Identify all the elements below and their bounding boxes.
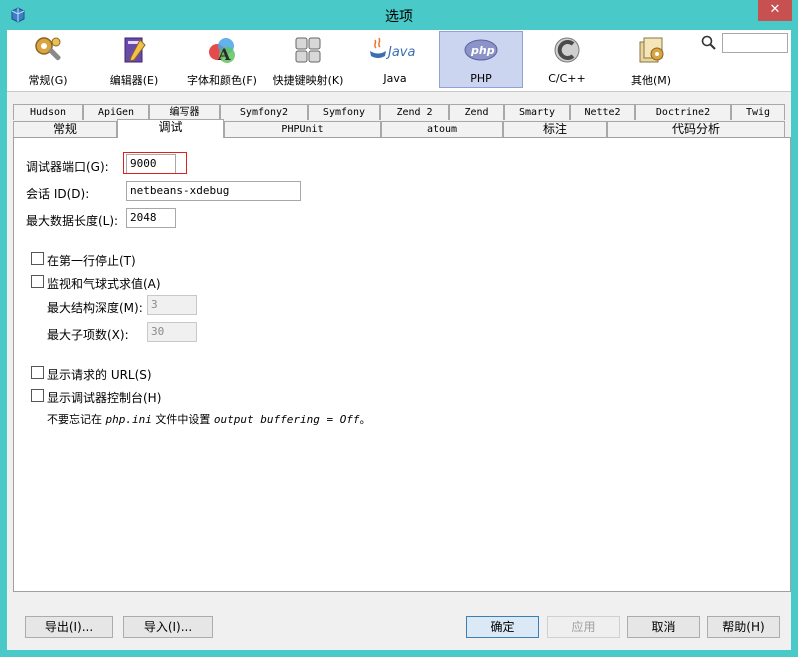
- category-label: 编辑器(E): [109, 74, 159, 87]
- session-id-label: 会话 ID(D):: [26, 187, 90, 201]
- tab-code-analysis[interactable]: 代码分析: [607, 121, 785, 137]
- search-input[interactable]: [722, 33, 788, 53]
- tab-row-lower: 常规 调试 PHPUnit atoum 标注 代码分析: [13, 119, 785, 138]
- svg-text:A: A: [217, 45, 231, 64]
- debugging-panel: [13, 137, 791, 592]
- stop-first-line-checkbox[interactable]: [31, 252, 44, 265]
- java-icon: Java: [370, 37, 415, 60]
- category-misc[interactable]: 其他(M): [613, 32, 689, 88]
- category-cpp[interactable]: C/C++: [529, 32, 605, 88]
- category-label: PHP: [470, 72, 492, 85]
- tab-annotations[interactable]: 标注: [503, 121, 607, 137]
- max-depth-label: 最大结构深度(M):: [47, 301, 143, 315]
- export-button[interactable]: 导出(I)...: [25, 616, 113, 638]
- import-button[interactable]: 导入(I)...: [123, 616, 213, 638]
- category-label: 其他(M): [630, 74, 672, 87]
- note-suffix: 。: [359, 413, 371, 426]
- php-logo-text: php: [470, 44, 495, 57]
- category-label: 快捷键映射(K): [272, 74, 344, 87]
- category-general[interactable]: 常规(G): [9, 32, 87, 88]
- keyboard-icon: [295, 37, 321, 63]
- tab-debugging[interactable]: 调试: [117, 119, 224, 138]
- tab-atoum[interactable]: atoum: [381, 121, 503, 137]
- tab-nette2[interactable]: Nette2: [570, 104, 635, 120]
- tab-doctrine2[interactable]: Doctrine2: [635, 104, 731, 120]
- tab-zend2[interactable]: Zend 2: [380, 104, 449, 120]
- note-setting: output buffering = Off: [213, 413, 360, 426]
- category-php[interactable]: php PHP: [439, 31, 523, 88]
- max-data-length-label: 最大数据长度(L):: [26, 214, 119, 228]
- tab-smarty[interactable]: Smarty: [504, 104, 570, 120]
- session-id-input[interactable]: netbeans-xdebug: [126, 181, 301, 201]
- tab-twig[interactable]: Twig: [731, 104, 785, 120]
- misc-icon: [639, 37, 664, 63]
- category-label: Java: [383, 72, 407, 85]
- watch-eval-label: 监视和气球式求值(A): [47, 277, 161, 291]
- options-window: 选项 ✕ 常规(G) 编辑器(E) A 字体和颜色(F) 快捷键映射(K) Ja…: [0, 0, 798, 657]
- category-toolbar: 常规(G) 编辑器(E) A 字体和颜色(F) 快捷键映射(K) Java Ja…: [7, 30, 791, 92]
- note-prefix: 不要忘记在: [47, 413, 102, 426]
- dialog-client: 常规(G) 编辑器(E) A 字体和颜色(F) 快捷键映射(K) Java Ja…: [7, 30, 791, 650]
- editor-pencil-icon: [124, 37, 146, 63]
- show-console-checkbox[interactable]: [31, 389, 44, 402]
- watch-eval-checkbox[interactable]: [31, 275, 44, 288]
- tab-zend[interactable]: Zend: [449, 104, 504, 120]
- show-console-label: 显示调试器控制台(H): [47, 391, 162, 405]
- window-title: 选项: [385, 9, 413, 25]
- stop-first-line-label: 在第一行停止(T): [47, 254, 136, 268]
- fonts-colors-icon: A: [209, 38, 235, 64]
- gear-wrench-icon: [35, 37, 61, 61]
- category-editor[interactable]: 编辑器(E): [99, 32, 169, 88]
- max-children-label: 最大子项数(X):: [47, 328, 129, 342]
- category-fonts-colors[interactable]: A 字体和颜色(F): [177, 32, 267, 88]
- cpp-icon: [554, 37, 580, 63]
- ok-button[interactable]: 确定: [466, 616, 539, 638]
- close-button[interactable]: ✕: [758, 0, 792, 21]
- debugger-port-label: 调试器端口(G):: [26, 160, 109, 174]
- note-file: php.ini: [105, 413, 152, 426]
- max-depth-input[interactable]: 3: [147, 295, 197, 315]
- tab-symfony2[interactable]: Symfony2: [220, 104, 308, 120]
- tab-composer[interactable]: 编写器: [149, 104, 220, 120]
- apply-button[interactable]: 应用: [547, 616, 620, 638]
- help-button[interactable]: 帮助(H): [707, 616, 780, 638]
- output-buffering-note: 不要忘记在 php.ini 文件中设置 output buffering = O…: [47, 411, 371, 427]
- category-keymap[interactable]: 快捷键映射(K): [269, 32, 347, 88]
- tab-hudson[interactable]: Hudson: [13, 104, 83, 120]
- title-bar[interactable]: 选项 ✕: [0, 0, 798, 30]
- category-java[interactable]: Java Java: [357, 32, 433, 88]
- max-data-length-input[interactable]: 2048: [126, 208, 176, 228]
- php-icon: php: [464, 39, 498, 61]
- search-icon: [701, 35, 716, 50]
- port-highlight-box: [123, 152, 187, 174]
- max-children-input[interactable]: 30: [147, 322, 197, 342]
- category-label: 字体和颜色(F): [187, 74, 257, 87]
- category-label: C/C++: [548, 72, 586, 85]
- tab-general[interactable]: 常规: [13, 121, 117, 137]
- tab-phpunit[interactable]: PHPUnit: [224, 121, 381, 137]
- show-url-label: 显示请求的 URL(S): [47, 368, 152, 382]
- tab-row-upper: Hudson ApiGen 编写器 Symfony2 Symfony Zend …: [13, 104, 785, 120]
- tab-symfony[interactable]: Symfony: [308, 104, 380, 120]
- cancel-button[interactable]: 取消: [627, 616, 700, 638]
- tab-apigen[interactable]: ApiGen: [83, 104, 149, 120]
- note-mid: 文件中设置: [155, 413, 211, 426]
- show-url-checkbox[interactable]: [31, 366, 44, 379]
- category-label: 常规(G): [28, 74, 68, 87]
- java-logo-text: Java: [385, 45, 415, 60]
